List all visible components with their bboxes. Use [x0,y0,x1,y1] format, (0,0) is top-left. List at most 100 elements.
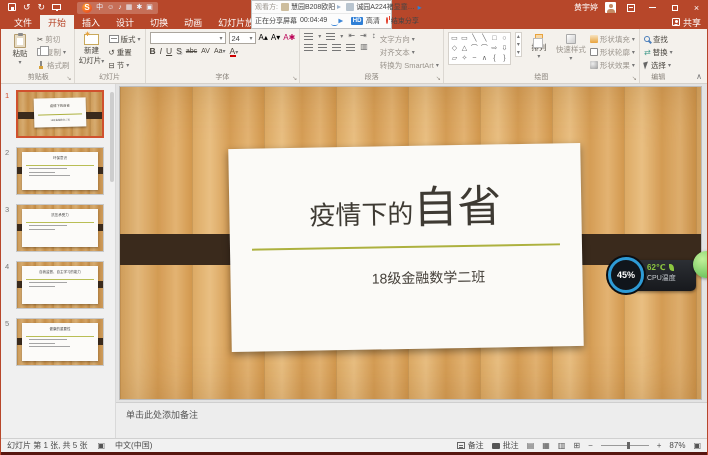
cpu-monitor-widget[interactable]: 62℃ CPU温度 45% [608,257,698,295]
shape-option[interactable]: { [490,54,499,63]
character-spacing-button[interactable]: AV [201,48,210,55]
notes-toggle-button[interactable]: 备注 [457,440,484,451]
layout-button[interactable]: 版式▾ [109,33,141,45]
bullets-icon[interactable] [304,33,313,40]
undo-icon[interactable]: ↺ [23,3,31,12]
shape-option[interactable]: ◇ [450,44,459,53]
shape-option[interactable]: ╲ [470,34,479,43]
shapes-scroll-down-icon[interactable]: ▾ [517,41,520,48]
input-method-toolbar[interactable]: S 中 ☺ ♪ ▦ ✱ ▣ [77,2,158,14]
shapes-more-icon[interactable]: ▾ [517,49,520,56]
hd-badge[interactable]: HD [351,17,363,25]
clear-formatting-icon[interactable]: A✱ [283,34,295,42]
decrease-font-icon[interactable]: A▾ [271,34,280,42]
zoom-out-icon[interactable]: − [588,442,593,450]
title-card[interactable]: 疫情下的自省 18级金融数学二班 [228,143,583,352]
copy-button[interactable]: 复制▾ [37,46,70,58]
expand-viewers-icon[interactable]: ▸ [418,3,422,12]
minimize-button[interactable] [645,2,660,14]
section-button[interactable]: ⊟节▾ [109,59,141,71]
shape-option[interactable]: ▭ [460,34,469,43]
thumbnail-scrollbar[interactable] [110,92,114,182]
normal-view-icon[interactable]: ▤ [527,442,535,450]
cut-button[interactable]: ✂剪切 [37,33,70,45]
strikethrough-button[interactable]: abc [186,48,197,55]
end-share-power-icon[interactable] [386,17,388,24]
start-from-beginning-icon[interactable] [52,3,61,12]
tab-home[interactable]: 开始 [40,15,74,29]
quick-styles-button[interactable]: 快速样式▾ [556,32,586,63]
tab-animations[interactable]: 动画 [176,15,210,29]
restore-button[interactable] [667,2,682,14]
sogou-logo-icon[interactable]: S [82,3,92,13]
reset-button[interactable]: ↺重置 [109,46,141,58]
tab-transitions[interactable]: 切换 [142,15,176,29]
align-text-button[interactable]: 对齐文本▾ [380,46,439,58]
columns-icon[interactable]: ▥ [360,43,368,51]
tab-insert[interactable]: 插入 [74,15,108,29]
shape-option[interactable]: ▱ [450,54,459,63]
toolbox-icon[interactable]: ▣ [146,4,153,11]
shape-fill-button[interactable]: 形状填充▾ [590,33,635,45]
slide-sorter-view-icon[interactable]: ▦ [542,442,550,450]
ribbon-display-options-icon[interactable] [623,2,638,14]
notes-pane[interactable]: 单击此处添加备注 [116,402,707,438]
thumbnail-slide-5[interactable]: 5 健康的重要性 [1,318,115,366]
thumbnail-slide-3[interactable]: 3 抗压承受力 [1,204,115,252]
redo-icon[interactable]: ↻ [38,3,46,12]
select-button[interactable]: 选择▾ [644,59,673,71]
format-painter-button[interactable]: 格式刷 [37,59,70,71]
align-left-icon[interactable] [304,44,313,51]
new-slide-button[interactable]: 新建 幻灯片▾ [79,32,105,66]
shape-outline-button[interactable]: 形状轮廓▾ [590,46,635,58]
collapse-ribbon-icon[interactable]: ∧ [696,72,702,81]
find-button[interactable]: 查找 [644,33,673,45]
shape-option[interactable]: ⇨ [490,44,499,53]
signed-in-user[interactable]: 黄宇婷 [574,2,598,13]
clipboard-dialog-launcher[interactable]: ↘ [66,76,71,82]
drawing-dialog-launcher[interactable]: ↘ [632,76,637,82]
fit-to-window-icon[interactable]: ▣ [693,442,701,450]
line-spacing-icon[interactable]: ↕ [372,32,376,40]
paste-button[interactable]: 粘贴▾ [7,32,33,67]
font-name-combo[interactable]: ▾ [150,32,226,44]
zoom-in-icon[interactable]: + [657,442,662,450]
shape-option[interactable]: ⇩ [500,44,509,53]
justify-icon[interactable] [346,44,355,51]
change-case-button[interactable]: Aa▾ [214,48,226,55]
emoji-icon[interactable]: ☺ [107,4,114,11]
zoom-level[interactable]: 87% [669,441,685,450]
shape-option[interactable]: ∧ [480,54,489,63]
font-color-button[interactable]: A▾ [230,47,239,56]
text-direction-button[interactable]: 文字方向▾ [380,33,439,45]
shape-option[interactable]: } [500,54,509,63]
user-avatar[interactable] [605,2,616,13]
thumbnail-slide-4[interactable]: 4 自我监督、自主学习的能力 [1,261,115,309]
arrange-button[interactable]: 排列▾ [526,32,552,61]
end-share-button[interactable]: 结束分享 [391,16,419,26]
align-center-icon[interactable] [318,44,327,51]
tab-file[interactable]: 文件 [6,15,40,29]
slide-canvas[interactable]: 疫情下的自省 18级金融数学二班 [119,86,702,400]
tab-design[interactable]: 设计 [108,15,142,29]
share-button[interactable]: 共享 [672,15,701,29]
viewer-chip[interactable]: 诚园A224褚显童… [346,2,414,12]
thumbnail-slide-2[interactable]: 2 环保意识 [1,147,115,195]
save-icon[interactable] [8,3,16,13]
shape-option[interactable]: ✧ [460,54,469,63]
viewer-chip[interactable]: 慧园B208欧阳 [281,2,343,12]
shapes-gallery[interactable]: ▭▭╲╲□○ ◇△⌒⌒⇨⇩ ▱✧~∧{} [448,32,511,65]
reading-view-icon[interactable]: ▥ [558,442,566,450]
shape-option[interactable]: ⌒ [480,44,489,53]
font-size-combo[interactable]: 24▾ [229,32,256,44]
accessibility-icon[interactable]: ▣ [97,442,105,450]
shape-option[interactable]: ⌒ [470,44,479,53]
chinese-mode-icon[interactable]: 中 [96,4,103,11]
numbering-icon[interactable] [326,33,335,40]
shape-option[interactable]: ▭ [450,34,459,43]
shape-option[interactable]: △ [460,44,469,53]
cpu-usage-gauge[interactable]: 45% [608,257,644,293]
underline-button[interactable]: U [166,47,172,56]
shape-option[interactable]: ~ [470,54,479,63]
paragraph-dialog-launcher[interactable]: ↘ [436,76,441,82]
